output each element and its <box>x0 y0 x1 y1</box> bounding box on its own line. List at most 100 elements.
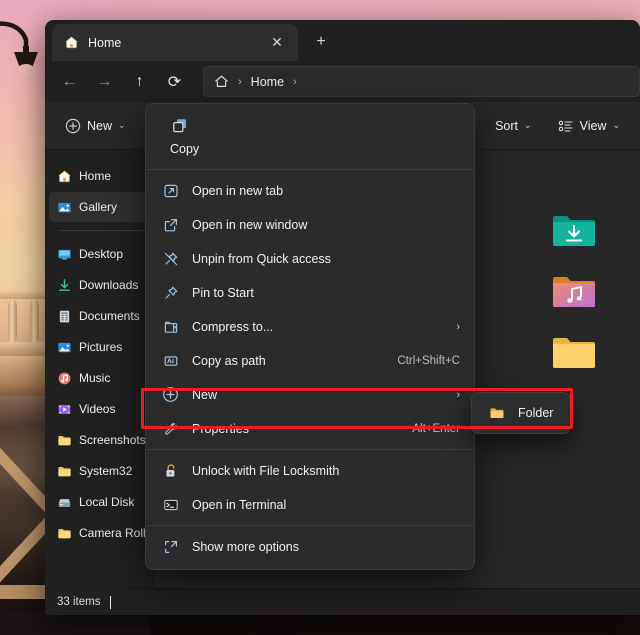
terminal-icon <box>162 496 179 513</box>
chevron-down-icon: ⌄ <box>118 120 126 131</box>
drive-icon <box>57 495 72 510</box>
chevron-right-icon: › <box>456 321 460 333</box>
downloads-folder-icon[interactable] <box>552 212 596 250</box>
sidebar-divider <box>59 230 145 231</box>
copy-icon[interactable] <box>170 116 190 136</box>
sort-button[interactable]: Sort ⌄ <box>485 111 541 141</box>
desktop-icon <box>57 247 72 262</box>
menu-divider <box>147 525 473 526</box>
menu-item-label: Open in new window <box>192 218 460 232</box>
pictures-icon <box>57 340 72 355</box>
menu-item-shortcut: Alt+Enter <box>412 423 460 435</box>
sidebar-item-label: Pictures <box>79 340 122 354</box>
videos-icon <box>57 402 72 417</box>
sidebar-item-videos[interactable]: Videos <box>49 394 151 424</box>
gallery-icon <box>57 200 72 215</box>
breadcrumb-item-home[interactable]: Home <box>251 75 284 89</box>
downloads-icon <box>57 278 72 293</box>
unlock-icon <box>162 462 179 479</box>
home-icon <box>57 169 72 184</box>
clipboard-actions-row[interactable]: Copy <box>146 108 474 165</box>
sidebar-item-system32[interactable]: System32 <box>49 456 151 486</box>
menu-item-unlock-with-file-locksmith[interactable]: Unlock with File Locksmith <box>150 454 470 487</box>
sidebar-item-home[interactable]: Home <box>49 161 151 191</box>
menu-item-label: Copy as path <box>192 354 384 368</box>
context-menu: Copy Open in new tab Open in new window <box>145 103 475 570</box>
sidebar-item-label: Screenshots <box>79 433 146 447</box>
view-list-icon <box>558 118 574 134</box>
view-button[interactable]: View ⌄ <box>548 111 630 141</box>
refresh-icon[interactable]: ⟳ <box>158 67 191 97</box>
menu-item-unpin-from-quick-access[interactable]: Unpin from Quick access <box>150 242 470 275</box>
sidebar-item-pictures[interactable]: Pictures <box>49 332 151 362</box>
sort-button-label: Sort <box>495 119 518 133</box>
status-caret <box>110 596 111 609</box>
menu-item-pin-to-start[interactable]: Pin to Start <box>150 276 470 309</box>
menu-item-open-in-new-tab[interactable]: Open in new tab <box>150 174 470 207</box>
submenu-item-label: Folder <box>518 406 556 420</box>
open-new-window-icon <box>162 216 179 233</box>
menu-item-open-in-new-window[interactable]: Open in new window <box>150 208 470 241</box>
generic-folder-icon[interactable] <box>552 334 596 372</box>
menu-item-show-more-options[interactable]: Show more options <box>150 530 470 563</box>
menu-item-shortcut: Ctrl+Shift+C <box>397 355 460 367</box>
documents-icon <box>57 309 72 324</box>
sidebar-item-local-disk[interactable]: Local Disk <box>49 487 151 517</box>
tab-label: Home <box>88 36 255 50</box>
menu-item-new[interactable]: New › <box>150 378 470 411</box>
sidebar-item-label: System32 <box>79 464 132 478</box>
sidebar-item-downloads[interactable]: Downloads <box>49 270 151 300</box>
menu-item-label: Pin to Start <box>192 286 460 300</box>
up-icon[interactable]: ↑ <box>123 67 156 97</box>
sidebar-item-label: Downloads <box>79 278 138 292</box>
chevron-down-icon: ⌄ <box>612 120 620 131</box>
sidebar-item-desktop[interactable]: Desktop <box>49 239 151 269</box>
back-icon[interactable]: ← <box>53 67 86 97</box>
new-submenu: Folder <box>471 392 571 434</box>
menu-item-compress-to[interactable]: Compress to... › <box>150 310 470 343</box>
sidebar-item-documents[interactable]: Documents <box>49 301 151 331</box>
show-more-icon <box>162 538 179 555</box>
sidebar-item-camera-roll[interactable]: Camera Roll <box>49 518 151 548</box>
menu-item-open-in-terminal[interactable]: Open in Terminal <box>150 488 470 521</box>
sidebar-item-screenshots[interactable]: Screenshots <box>49 425 151 455</box>
menu-item-label: New <box>192 388 437 402</box>
close-icon[interactable]: ✕ <box>264 30 290 56</box>
sidebar-item-gallery[interactable]: Gallery <box>49 192 151 222</box>
menu-item-properties[interactable]: Properties Alt+Enter <box>150 412 470 445</box>
sidebar-item-label: Local Disk <box>79 495 134 509</box>
menu-item-copy-as-path[interactable]: Copy as path Ctrl+Shift+C <box>150 344 470 377</box>
forward-icon[interactable]: → <box>88 67 121 97</box>
menu-divider <box>147 449 473 450</box>
menu-item-label: Properties <box>192 422 399 436</box>
sidebar-item-label: Documents <box>79 309 140 323</box>
breadcrumb-separator[interactable]: › <box>293 76 297 88</box>
status-bar: 33 items <box>45 588 640 615</box>
menu-item-label: Open in Terminal <box>192 498 460 512</box>
sidebar-item-music[interactable]: Music <box>49 363 151 393</box>
menu-item-label: Show more options <box>192 540 460 554</box>
open-new-tab-icon <box>162 182 179 199</box>
chevron-down-icon: ⌄ <box>524 120 532 131</box>
menu-divider <box>147 169 473 170</box>
new-button-label: New <box>87 119 112 133</box>
menu-item-label: Compress to... <box>192 320 437 334</box>
browser-tab-home[interactable]: Home ✕ <box>52 24 298 61</box>
new-button[interactable]: New ⌄ <box>55 111 136 141</box>
pin-icon <box>162 284 179 301</box>
home-icon <box>64 35 79 50</box>
chevron-right-icon: › <box>456 389 460 401</box>
sidebar-item-label: Camera Roll <box>79 526 146 540</box>
home-icon[interactable] <box>214 74 229 89</box>
copy-as-path-icon <box>162 352 179 369</box>
folder-icon <box>57 526 72 541</box>
unpin-icon <box>162 250 179 267</box>
copy-label: Copy <box>170 142 199 156</box>
music-icon <box>57 371 72 386</box>
new-tab-icon[interactable]: + <box>307 29 335 55</box>
breadcrumb[interactable]: › Home › <box>203 66 640 97</box>
plus-circle-icon <box>162 386 179 403</box>
music-folder-icon[interactable] <box>552 273 596 311</box>
menu-item-label: Unpin from Quick access <box>192 252 460 266</box>
submenu-item-folder[interactable]: Folder <box>476 398 566 428</box>
